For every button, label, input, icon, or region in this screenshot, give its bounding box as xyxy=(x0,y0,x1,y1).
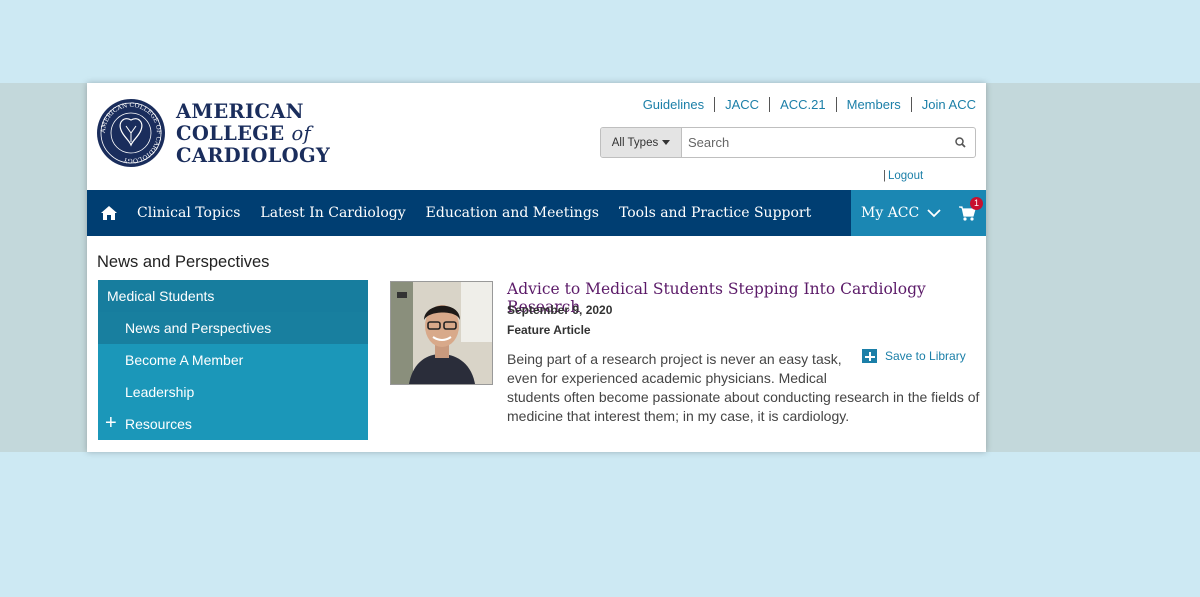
article-date: September 9, 2020 xyxy=(507,303,613,317)
sidebar-item-become-a-member[interactable]: Become A Member xyxy=(98,344,368,376)
sidebar-item-leadership[interactable]: Leadership xyxy=(98,376,368,408)
search-type-dropdown[interactable]: All Types xyxy=(601,128,682,157)
nav-item-education-and-meetings[interactable]: Education and Meetings xyxy=(416,205,609,221)
sidebar-item-resources[interactable]: + Resources xyxy=(98,408,368,440)
logout-area: | Logout xyxy=(883,170,923,182)
article-type: Feature Article xyxy=(507,323,591,337)
article-excerpt: Being part of a research project is neve… xyxy=(507,350,982,426)
my-acc-label: My ACC xyxy=(861,205,920,221)
search-bar: All Types xyxy=(600,127,976,158)
link-acc21[interactable]: ACC.21 xyxy=(769,97,836,112)
section-title: News and Perspectives xyxy=(97,253,270,271)
wordmark-line-2: COLLEGE of xyxy=(176,122,312,145)
sidebar-menu: Medical Students News and Perspectives B… xyxy=(98,280,368,440)
sidebar-head-medical-students[interactable]: Medical Students xyxy=(98,280,368,312)
search-type-label: All Types xyxy=(611,136,659,149)
chevron-down-icon xyxy=(927,208,941,217)
nav-item-tools-and-practice-support[interactable]: Tools and Practice Support xyxy=(609,205,821,221)
wordmark-line-3: CARDIOLOGY xyxy=(176,144,331,167)
article-excerpt-part-2: students often become passionate about c… xyxy=(507,389,980,424)
search-input[interactable] xyxy=(682,128,945,157)
acc-wordmark[interactable]: AMERICAN COLLEGE of CARDIOLOGY xyxy=(176,101,330,167)
cart-count-badge: 1 xyxy=(970,197,983,210)
acc-page: AMERICAN COLLEGE OF CARDIOLOGY AMERICAN … xyxy=(87,83,986,452)
link-guidelines[interactable]: Guidelines xyxy=(633,97,714,112)
wordmark-line-1: AMERICAN xyxy=(176,100,304,123)
utility-links: Guidelines JACC ACC.21 Members Join ACC xyxy=(633,97,976,112)
sidebar-item-label: Resources xyxy=(125,416,192,432)
acc-seal-logo[interactable]: AMERICAN COLLEGE OF CARDIOLOGY xyxy=(96,98,166,168)
nav-item-clinical-topics[interactable]: Clinical Topics xyxy=(127,205,250,221)
link-members[interactable]: Members xyxy=(835,97,911,112)
home-button[interactable] xyxy=(91,190,127,236)
link-jacc[interactable]: JACC xyxy=(714,97,769,112)
sidebar-item-label: Leadership xyxy=(125,384,195,400)
sidebar-item-label: News and Perspectives xyxy=(125,320,272,336)
sidebar-item-news-and-perspectives[interactable]: News and Perspectives xyxy=(98,312,368,344)
main-nav: Clinical Topics Latest In Cardiology Edu… xyxy=(87,190,986,236)
article-thumbnail[interactable] xyxy=(390,281,493,385)
search-icon xyxy=(954,137,966,148)
plus-icon[interactable]: + xyxy=(105,408,117,438)
sidebar-item-label: Become A Member xyxy=(125,352,244,368)
my-acc-menu[interactable]: My ACC 1 xyxy=(851,190,986,236)
nav-item-latest-in-cardiology[interactable]: Latest In Cardiology xyxy=(250,205,415,221)
home-icon xyxy=(101,206,117,220)
logout-divider: | xyxy=(883,170,886,182)
caret-down-icon xyxy=(662,140,671,145)
link-join-acc[interactable]: Join ACC xyxy=(910,97,976,112)
article-excerpt-part-1: Being part of a research project is neve… xyxy=(507,351,842,386)
logout-link[interactable]: Logout xyxy=(888,170,923,182)
search-button[interactable] xyxy=(945,128,975,157)
